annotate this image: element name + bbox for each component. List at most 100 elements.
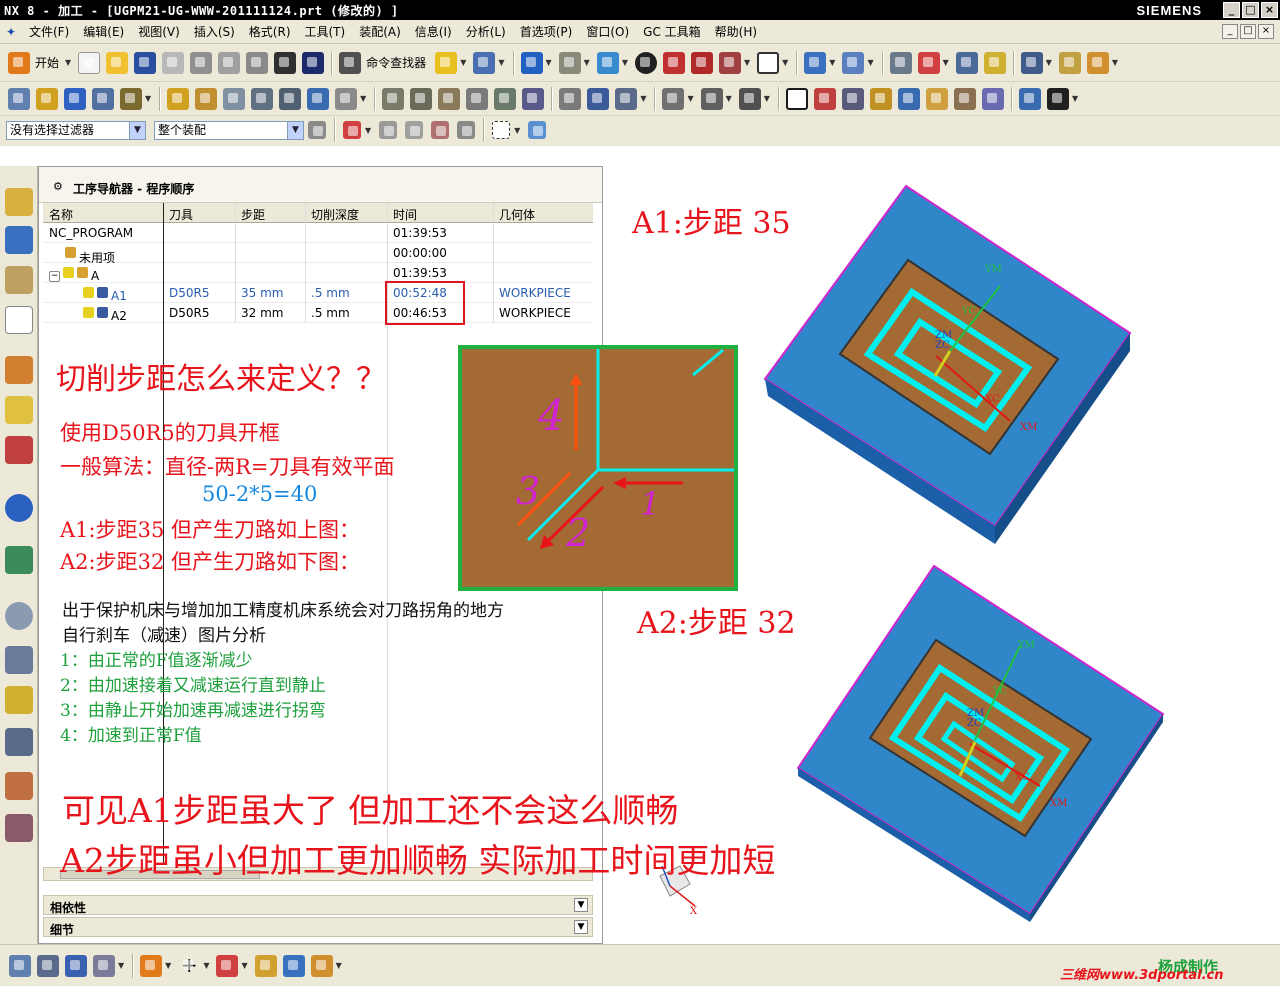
doc-restore-button[interactable]: □ xyxy=(1240,24,1256,39)
plus-point-icon[interactable]: + xyxy=(178,955,200,977)
column-header-stepover[interactable]: 步距 xyxy=(241,206,265,223)
tool-clock-dropdown-icon[interactable]: ▼ xyxy=(640,94,646,103)
rectangle-select-icon[interactable] xyxy=(492,121,511,139)
delete-toolpath-dropdown-icon[interactable]: ▼ xyxy=(1072,94,1078,103)
selection-icon[interactable] xyxy=(473,51,496,74)
start-dropdown-icon[interactable]: ▼ xyxy=(65,58,71,67)
tool-holder-icon[interactable] xyxy=(897,87,920,110)
datum-dropdown-icon[interactable]: ▼ xyxy=(241,961,247,970)
gouge-check-icon[interactable] xyxy=(869,87,892,110)
wcs-origin-icon[interactable] xyxy=(254,954,277,977)
method-view-icon[interactable] xyxy=(466,87,489,110)
operation-time-icon[interactable] xyxy=(785,87,808,110)
chevron-down-icon[interactable]: ▼ xyxy=(574,898,588,912)
motion-dropdown-icon[interactable]: ▼ xyxy=(1046,58,1052,67)
cube-red-icon[interactable] xyxy=(662,51,685,74)
reuse-library-tab-icon[interactable] xyxy=(5,396,33,424)
tools-tab-icon[interactable] xyxy=(5,728,33,756)
maximize-button[interactable]: □ xyxy=(1242,2,1259,18)
reset-filter-icon[interactable] xyxy=(308,121,326,139)
display-toolpath-icon[interactable] xyxy=(662,87,685,110)
select-body-icon[interactable] xyxy=(405,121,424,139)
part-navigator-tab-icon[interactable] xyxy=(5,266,33,294)
background-dropdown-icon[interactable]: ▼ xyxy=(782,58,788,67)
delete-toolpath-icon[interactable] xyxy=(1046,87,1069,110)
select-feature-icon[interactable] xyxy=(431,121,450,139)
shop-doc-dropdown-icon[interactable]: ▼ xyxy=(360,94,366,103)
select-solid-icon[interactable] xyxy=(528,121,547,139)
palette-tab-icon[interactable] xyxy=(5,646,33,674)
shaded-view-dropdown-icon[interactable]: ▼ xyxy=(622,58,628,67)
menu-file[interactable]: 文件(F) xyxy=(22,23,76,40)
block-icon[interactable] xyxy=(282,954,305,977)
start-icon[interactable] xyxy=(8,51,30,74)
constraint-navigator-tab-icon[interactable] xyxy=(5,226,33,254)
menu-tools[interactable]: 工具(T) xyxy=(298,23,353,40)
measure-dropdown-icon[interactable]: ▼ xyxy=(943,58,949,67)
start-button-label[interactable]: 开始 xyxy=(35,54,59,71)
snap-point-icon[interactable] xyxy=(343,121,361,139)
orient-dropdown-icon[interactable]: ▼ xyxy=(867,58,873,67)
table-row-nc-program[interactable]: NC_PROGRAM 01:39:53 xyxy=(43,223,593,243)
column-header-depth[interactable]: 切削深度 xyxy=(311,206,359,223)
tool-clock-icon[interactable] xyxy=(615,87,638,110)
table-row-a2[interactable]: A2 D50R5 32 mm .5 mm 00:46:53 WORKPIECE xyxy=(43,303,593,323)
feature-dropdown-icon[interactable]: ▼ xyxy=(336,961,342,970)
ipw-icon[interactable] xyxy=(841,87,864,110)
wcs-icon[interactable] xyxy=(804,51,827,74)
roles-tab-icon[interactable] xyxy=(5,436,33,464)
assembly-navigator-tab-icon[interactable] xyxy=(5,188,33,216)
menu-assembly[interactable]: 装配(A) xyxy=(352,23,408,40)
menu-help[interactable]: 帮助(H) xyxy=(708,23,764,40)
menu-format[interactable]: 格式(R) xyxy=(242,23,298,40)
menu-preferences[interactable]: 首选项(P) xyxy=(513,23,580,40)
web-browser-tab-icon[interactable] xyxy=(5,546,33,574)
menu-analysis[interactable]: 分析(L) xyxy=(459,23,513,40)
new-file-icon[interactable] xyxy=(78,51,101,74)
collapse-icon[interactable]: − xyxy=(49,271,60,282)
post-process-icon[interactable] xyxy=(307,87,330,110)
paste-icon[interactable] xyxy=(246,51,269,74)
analysis-icon[interactable] xyxy=(955,51,978,74)
copy-icon[interactable] xyxy=(218,51,241,74)
toolpath-editor-icon[interactable] xyxy=(522,87,545,110)
replay-toolpath-icon[interactable] xyxy=(195,87,218,110)
command-finder-icon[interactable] xyxy=(339,51,362,74)
workpiece-model-a2[interactable] xyxy=(796,564,1165,922)
snap-icon[interactable] xyxy=(140,954,163,977)
command-finder-label[interactable]: 命令查找器 xyxy=(366,54,426,71)
info-tab-icon[interactable] xyxy=(5,494,33,522)
menu-gc-toolkit[interactable]: GC 工具箱 xyxy=(636,23,708,40)
list-toolpath-icon[interactable] xyxy=(223,87,246,110)
snap-dropdown-icon[interactable]: ▼ xyxy=(365,126,371,135)
delete-icon[interactable] xyxy=(274,51,297,74)
select-operation-icon[interactable] xyxy=(9,954,31,977)
undo-selection-icon[interactable] xyxy=(379,121,398,139)
create-geometry-icon[interactable] xyxy=(64,87,86,110)
close-button[interactable]: × xyxy=(1261,2,1278,18)
point-dropdown-icon[interactable]: ▼ xyxy=(203,961,209,970)
open-folder-icon[interactable] xyxy=(106,51,129,74)
menu-edit[interactable]: 编辑(E) xyxy=(76,23,131,40)
template-icon[interactable] xyxy=(953,87,976,110)
column-header-geometry[interactable]: 几何体 xyxy=(499,206,535,223)
print-icon[interactable] xyxy=(162,51,185,74)
chevron-down-icon[interactable]: ▼ xyxy=(574,920,588,934)
cube-dropdown-icon[interactable]: ▼ xyxy=(744,58,750,67)
menu-view[interactable]: 视图(V) xyxy=(131,23,187,40)
display-motion-dropdown-icon[interactable]: ▼ xyxy=(764,94,770,103)
render-style-icon[interactable] xyxy=(634,51,657,74)
pencil-icon[interactable] xyxy=(1086,51,1109,74)
display-toolpath-dropdown-icon[interactable]: ▼ xyxy=(687,94,693,103)
wcs-dropdown-icon[interactable]: ▼ xyxy=(829,58,835,67)
generate-toolpath-icon[interactable] xyxy=(167,87,190,110)
display-motion-icon[interactable] xyxy=(738,87,761,110)
background-icon[interactable] xyxy=(757,51,780,74)
system-tab-icon[interactable] xyxy=(5,814,33,842)
menu-info[interactable]: 信息(I) xyxy=(408,23,459,40)
pencil-dropdown-icon[interactable]: ▼ xyxy=(1112,58,1118,67)
geometry-view-icon[interactable] xyxy=(438,87,461,110)
navigator-grip-icon[interactable]: ⚙ xyxy=(53,180,63,193)
simulate-icon[interactable] xyxy=(279,87,302,110)
cube-section-icon[interactable] xyxy=(690,51,713,74)
